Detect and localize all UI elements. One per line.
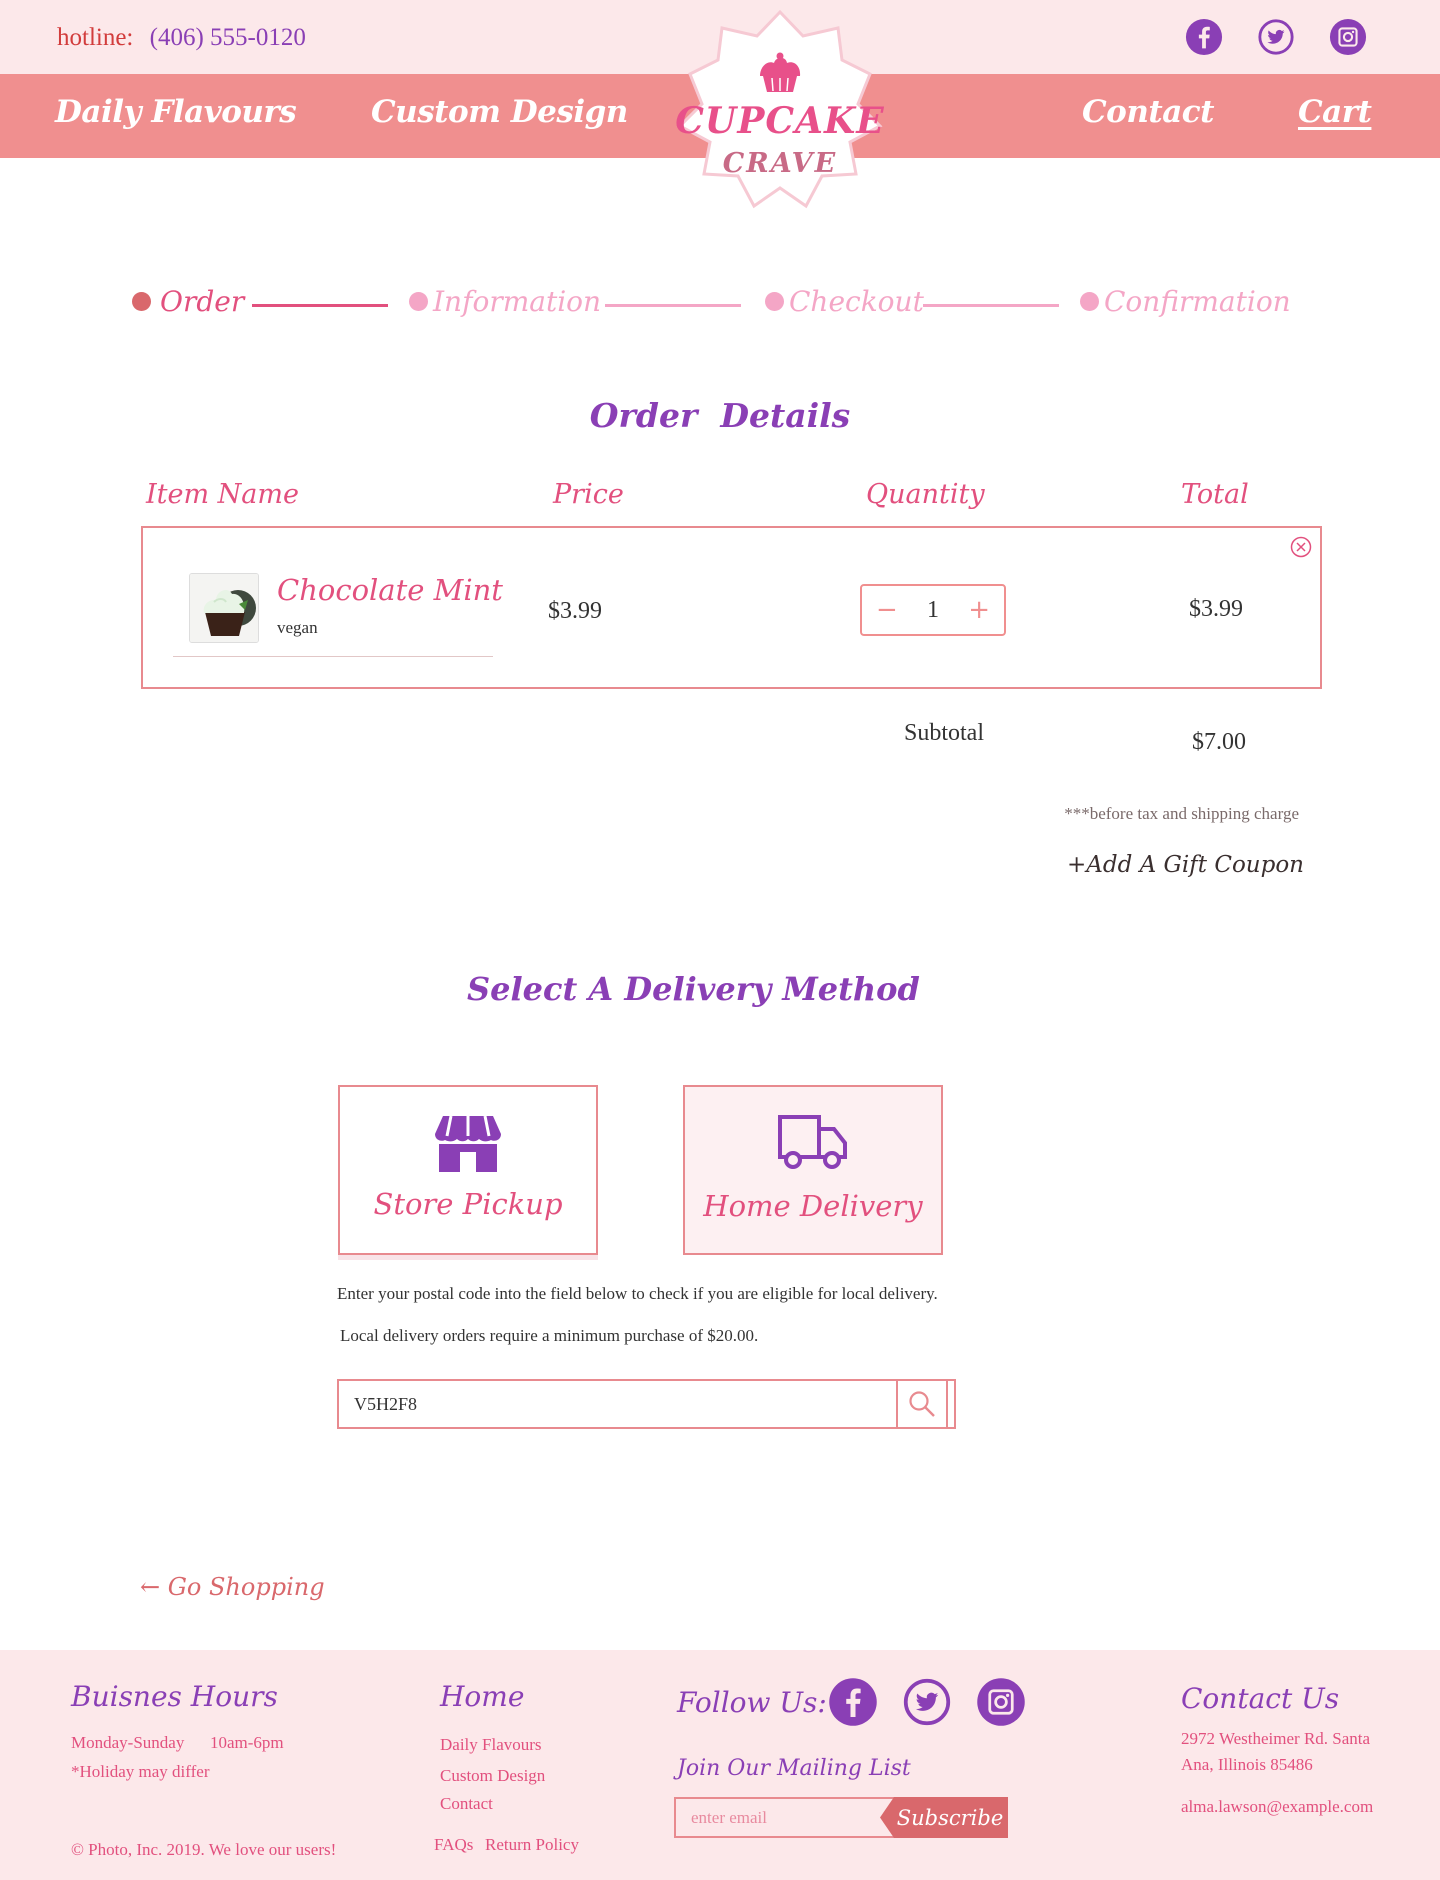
go-shopping-link[interactable]: ← Go Shopping [140,1573,325,1601]
step-information[interactable]: Information [409,285,601,318]
store-icon [435,1115,501,1172]
twitter-icon[interactable] [902,1677,952,1727]
nav-cart[interactable]: Cart [1298,94,1372,130]
postal-search-button[interactable] [896,1381,948,1427]
quantity-value[interactable]: 1 [927,597,939,624]
cupcake-photo [190,574,258,642]
add-gift-coupon-link[interactable]: +Add A Gift Coupon [1067,852,1304,878]
tax-note: ***before tax and shipping charge [1064,804,1299,823]
item-total: $3.99 [1189,596,1243,622]
step-checkout[interactable]: Checkout [765,285,924,318]
instagram-icon[interactable] [976,1677,1026,1727]
footer-follow-title: Follow Us: [677,1686,827,1719]
step-label: Information [433,285,602,318]
step-connector [923,304,1059,307]
hours-time: 10am-6pm [210,1733,284,1752]
step-label: Checkout [789,285,924,318]
hotline-label: hotline: [57,24,134,51]
item-thumbnail [189,573,259,643]
subtotal-label: Subtotal [904,720,985,746]
footer-link-faqs[interactable]: FAQs [434,1835,473,1855]
footer-link-return-policy[interactable]: Return Policy [485,1835,579,1855]
truck-icon [778,1115,847,1169]
postal-info-text: Enter your postal code into the field be… [337,1284,938,1303]
mailing-list-form: Subscribe [674,1797,1008,1838]
nav-custom-design[interactable]: Custom Design [371,94,628,130]
hours-days: Monday-Sunday [71,1733,185,1752]
column-quantity: Quantity [866,479,985,510]
step-label: Order [160,285,245,318]
column-price: Price [553,479,624,510]
address-line1: 2972 Westheimer Rd. Santa [1181,1729,1371,1748]
item-tag: vegan [277,618,318,637]
holiday-note: *Holiday may differ [71,1762,210,1781]
quantity-stepper: − 1 + [860,584,1006,636]
item-price: $3.99 [548,598,602,624]
column-total: Total [1181,479,1249,510]
hotline: hotline: (406) 555-0120 [57,24,306,52]
step-connector [252,304,388,307]
mailing-list-title: Join Our Mailing List [677,1756,911,1781]
hotline-number[interactable]: (406) 555-0120 [150,24,306,51]
card-shadow [338,1255,598,1260]
minimum-purchase-text: Local delivery orders require a minimum … [340,1326,759,1345]
step-connector [605,304,741,307]
increase-quantity-button[interactable]: + [968,597,990,623]
postal-code-form [337,1379,956,1429]
subtotal-value: $7.00 [1192,729,1246,755]
facebook-icon[interactable] [1185,18,1223,56]
footer-hours-title: Buisnes Hours [71,1680,278,1713]
postal-code-input[interactable] [339,1381,896,1427]
copyright: © Photo, Inc. 2019. We love our users! [71,1840,337,1859]
step-dot [1080,292,1099,311]
search-icon [909,1391,935,1417]
item-name[interactable]: Chocolate Mint [277,573,503,607]
checkout-stepper: Order Information Checkout Confirmation [132,285,1312,325]
order-details-title: Order Details [589,396,851,435]
order-item-row: Chocolate Mint vegan $3.99 − 1 + $3.99 [141,526,1322,689]
contact-email[interactable]: alma.lawson@example.com [1181,1797,1373,1817]
social-links-header [1185,18,1367,56]
logo-text-cupcake: CUPCAKE [675,100,885,142]
instagram-icon[interactable] [1329,18,1367,56]
home-delivery-label: Home Delivery [703,1189,923,1223]
footer-contact-title: Contact Us [1181,1682,1340,1715]
decrease-quantity-button[interactable]: − [876,597,898,623]
step-confirmation[interactable]: Confirmation [1080,285,1291,318]
remove-item-icon[interactable] [1290,536,1312,558]
item-divider [173,656,493,657]
home-delivery-option[interactable]: Home Delivery [683,1085,943,1255]
store-pickup-option[interactable]: Store Pickup [338,1085,598,1255]
store-pickup-label: Store Pickup [373,1187,563,1221]
nav-daily-flavours[interactable]: Daily Flavours [55,94,297,130]
logo-text-crave: CRAVE [722,148,838,179]
logo[interactable]: CUPCAKE CRAVE [660,8,900,223]
step-order[interactable]: Order [132,285,244,318]
footer-link-contact[interactable]: Contact [440,1794,493,1814]
step-dot [765,292,784,311]
column-item-name: Item Name [146,479,299,510]
delivery-method-title: Select A Delivery Method [467,970,920,1008]
nav-contact[interactable]: Contact [1082,94,1215,130]
step-dot [132,292,151,311]
address-line2: Ana, Illinois 85486 [1181,1755,1313,1774]
footer-link-custom-design[interactable]: Custom Design [440,1766,545,1786]
subscribe-button[interactable]: Subscribe [880,1797,1008,1838]
step-label: Confirmation [1104,285,1291,318]
footer-link-daily-flavours[interactable]: Daily Flavours [440,1735,542,1755]
twitter-icon[interactable] [1257,18,1295,56]
social-links-footer [828,1677,1026,1727]
facebook-icon[interactable] [828,1677,878,1727]
email-input[interactable] [674,1797,894,1838]
footer-home-title[interactable]: Home [440,1680,524,1713]
step-dot [409,292,428,311]
